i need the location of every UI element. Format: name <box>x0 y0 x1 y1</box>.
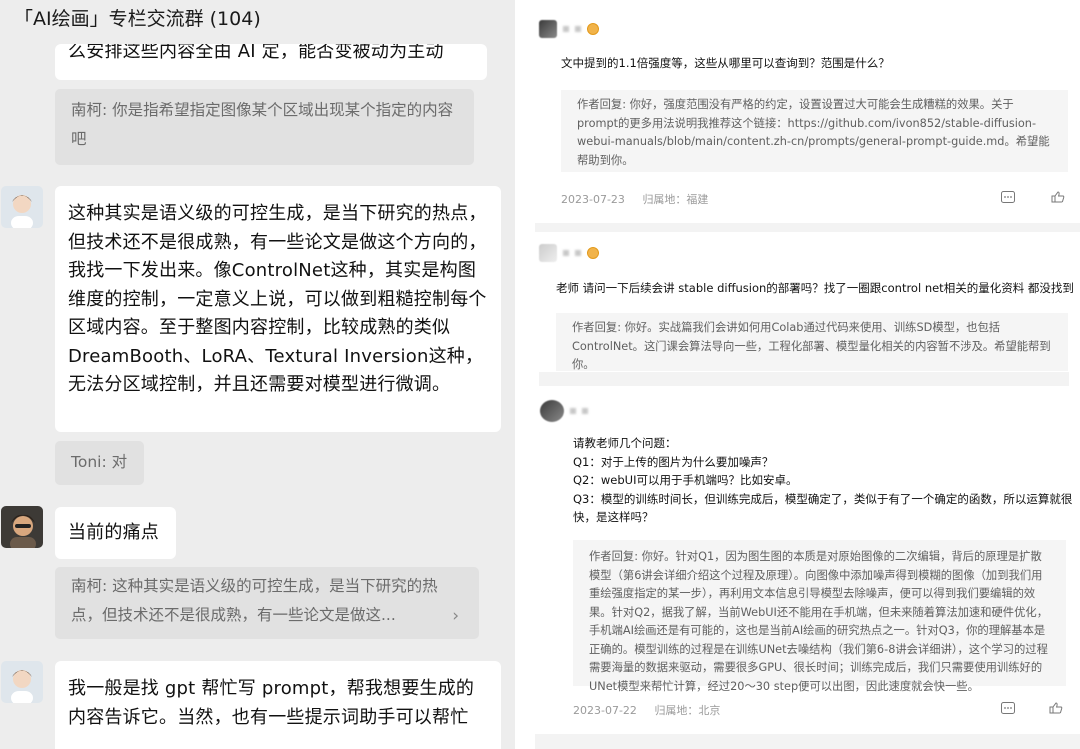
more-icon[interactable] <box>1001 702 1015 714</box>
chat-title: 「AI绘画」专栏交流群 (104) <box>14 8 261 30</box>
comment-user[interactable] <box>539 244 599 262</box>
comment-question: 请教老师几个问题： Q1：对于上传的图片为什么要加噪声？ Q2：webUI可以用… <box>573 436 1073 525</box>
quoted-message[interactable]: 南柯: 这种其实是语义级的可控生成，是当下研究的热点，但技术还不是很成熟，有一些… <box>55 567 479 639</box>
comment-date: 2023-07-22 <box>573 704 637 717</box>
like-icon[interactable] <box>1049 702 1063 714</box>
chevron-right-icon[interactable]: › <box>452 602 459 631</box>
medal-icon <box>587 247 599 259</box>
comment-user[interactable] <box>540 400 588 422</box>
comment-panel: 文中提到的1.1倍强度等，这些从哪里可以查询到？范围是什么？ 作者回复: 你好，… <box>515 0 1080 749</box>
avatar[interactable] <box>1 506 43 548</box>
message-text: 当前的痛点 <box>68 522 159 543</box>
avatar <box>539 244 557 262</box>
message-text: 我一般是找 gpt 帮忙写 prompt，帮我想要生成的内容告诉它。当然，也有一… <box>68 678 475 728</box>
comment-question: 文中提到的1.1倍强度等，这些从哪里可以查询到？范围是什么？ <box>561 56 890 70</box>
quoted-message[interactable]: 南柯: 你是指希望指定图像某个区域出现某个指定的内容吧 <box>55 89 474 165</box>
message-bubble-cut[interactable]: 么安排这些内容全由 AI 定，能否变被动为主动 <box>55 44 487 80</box>
quote-text: 南柯: 你是指希望指定图像某个区域出现某个指定的内容吧 <box>71 101 454 148</box>
message-text: 么安排这些内容全由 AI 定，能否变被动为主动 <box>68 44 444 62</box>
divider <box>535 223 1080 232</box>
like-icon[interactable] <box>1051 191 1065 203</box>
comment-date: 2023-07-23 <box>561 193 625 206</box>
message-bubble[interactable]: 当前的痛点 <box>55 507 176 559</box>
comment-user[interactable] <box>539 20 599 38</box>
comment-meta: 2023-07-23 归属地：福建 <box>561 191 722 207</box>
comment-question: 老师 请问一下后续会讲 stable diffusion的部署吗？找了一圈跟co… <box>556 281 1074 295</box>
message-text: 这种其实是语义级的可控生成，是当下研究的热点，但技术还不是很成熟，有一些论文是做… <box>68 203 487 395</box>
quote-text: Toni: 对 <box>71 453 128 471</box>
chat-panel: 么安排这些内容全由 AI 定，能否变被动为主动 「AI绘画」专栏交流群 (104… <box>0 0 515 749</box>
avatar <box>539 20 557 38</box>
avatar <box>540 400 564 422</box>
avatar[interactable] <box>1 661 43 703</box>
divider <box>535 734 1080 749</box>
author-reply: 作者回复: 你好。针对Q1，因为图生图的本质是对原始图像的二次编辑，背后的原理是… <box>573 540 1066 693</box>
medal-icon <box>587 23 599 35</box>
comment-location: 归属地：北京 <box>654 704 721 717</box>
comment-meta: 2023-07-22 归属地：北京 <box>573 702 734 718</box>
message-bubble[interactable]: 这种其实是语义级的可控生成，是当下研究的热点，但技术还不是很成熟，有一些论文是做… <box>55 186 501 432</box>
comment-location: 归属地：福建 <box>642 193 709 206</box>
more-icon[interactable] <box>1001 191 1015 203</box>
author-reply: 作者回复: 你好。实战篇我们会讲如何用Colab通过代码来使用、训练SD模型，也… <box>556 313 1068 371</box>
avatar[interactable] <box>1 186 43 228</box>
quoted-message[interactable]: Toni: 对 <box>55 441 144 485</box>
message-bubble[interactable]: 我一般是找 gpt 帮忙写 prompt，帮我想要生成的内容告诉它。当然，也有一… <box>55 661 501 749</box>
divider <box>539 372 1069 386</box>
author-reply: 作者回复: 你好，强度范围没有严格的约定，设置设置过大可能会生成糟糕的效果。关于… <box>561 90 1068 172</box>
quote-text: 南柯: 这种其实是语义级的可控生成，是当下研究的热点，但技术还不是很成熟，有一些… <box>71 577 438 624</box>
